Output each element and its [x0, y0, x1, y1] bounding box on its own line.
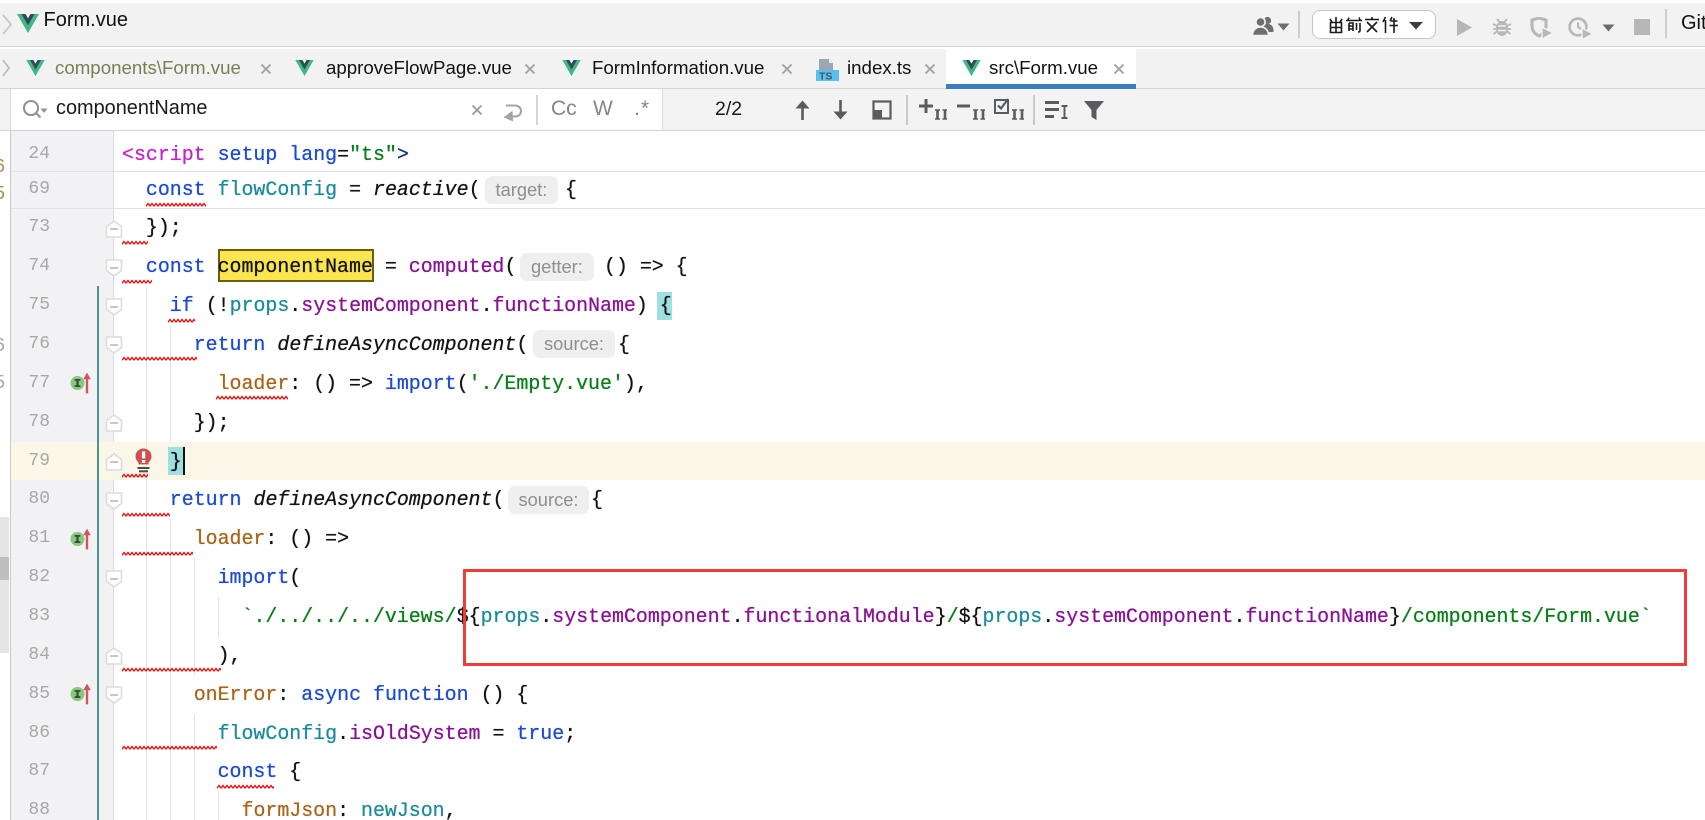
svg-text:TS: TS	[819, 71, 832, 83]
